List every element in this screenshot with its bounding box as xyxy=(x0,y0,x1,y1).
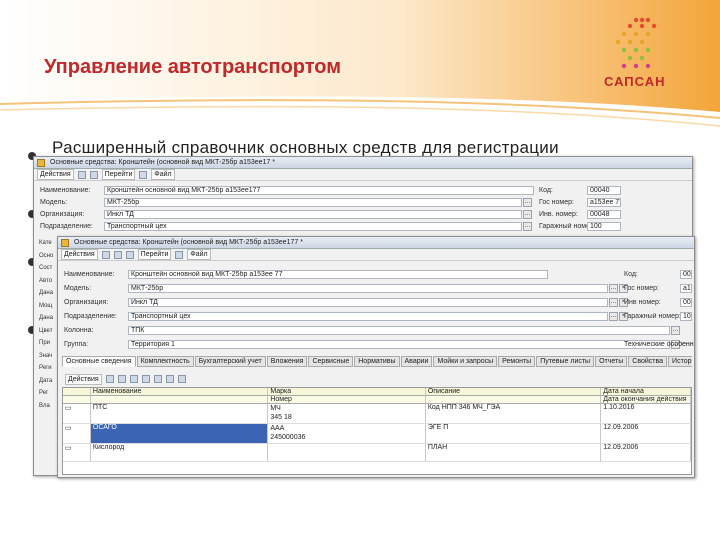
grid-header-mark[interactable]: Марка xyxy=(268,388,426,395)
table-row[interactable]: ▭ ПТС МЧ 345 18 Код НПП 346 МЧ_ГЭА 1.10.… xyxy=(63,404,691,424)
front-field-dept: Подразделение: Транспортный цех … × xyxy=(64,311,628,321)
save-icon[interactable] xyxy=(101,250,110,259)
grid-toolbar: Действия xyxy=(62,373,186,385)
tab-properties[interactable]: Свойства xyxy=(628,356,668,367)
select-button[interactable]: … xyxy=(671,325,680,335)
back-field-invnum: Инв. номер: 00048 xyxy=(539,209,621,219)
back-field-garage: Гаражный номер: 100 xyxy=(539,221,621,231)
front-window: Основные средства: Кронштейн (основной в… xyxy=(57,236,695,478)
tab-accounting[interactable]: Бухгалтерский учет xyxy=(194,356,266,367)
front-field-garage: Гаражный номер: 10 xyxy=(624,311,692,321)
tab-accidents[interactable]: Аварии xyxy=(400,356,433,367)
select-button[interactable]: … xyxy=(523,221,532,231)
tab-norms[interactable]: Нормативы xyxy=(354,356,400,367)
select-button[interactable]: … xyxy=(523,197,532,207)
row-marker-icon: ▭ xyxy=(63,424,91,443)
front-window-title: Основные средства: Кронштейн (основной в… xyxy=(74,239,303,246)
file-menu[interactable]: Файл xyxy=(187,249,211,260)
tab-main[interactable]: Основные сведения xyxy=(62,356,136,367)
front-field-model: Модель: МКТ-25бр … × xyxy=(64,283,628,293)
actions-menu[interactable]: Действия xyxy=(61,249,98,260)
documents-grid: Наименование Марка Описание Дата начала … xyxy=(62,387,692,475)
page-title: Управление автотранспортом xyxy=(44,56,342,78)
tab-service[interactable]: Сервисные xyxy=(308,356,354,367)
tab-wash[interactable]: Мойки и запросы xyxy=(433,356,498,367)
add-icon[interactable] xyxy=(105,375,114,383)
grid-subheader: Номер Дата окончания действия xyxy=(63,396,691,404)
front-field-column: Колонна: ТПК … xyxy=(64,325,680,335)
back-window-titlebar[interactable]: Основные средства: Кронштейн (основной в… xyxy=(34,157,692,169)
back-field-dept: Подразделение: Транспортный цех … xyxy=(40,221,532,231)
side-note: Технические особенности xyxy=(624,341,694,348)
tab-repairs[interactable]: Ремонты xyxy=(498,356,536,367)
grid-actions-menu[interactable]: Действия xyxy=(65,373,102,385)
copy-icon[interactable] xyxy=(117,375,126,383)
back-field-name: Наименование: Кронштейн основной вид МКТ… xyxy=(40,185,534,195)
row-marker-icon: ▭ xyxy=(63,404,91,423)
tab-attachments[interactable]: Вложения xyxy=(266,356,308,367)
window-icon xyxy=(37,159,45,167)
front-field-group: Группа: Территория 1 … xyxy=(64,339,680,349)
tab-reports[interactable]: Отчеты xyxy=(595,356,628,367)
help-icon[interactable] xyxy=(175,250,184,259)
help-icon[interactable] xyxy=(139,170,148,179)
move-up-icon[interactable] xyxy=(153,375,162,383)
file-menu[interactable]: Файл xyxy=(151,169,175,180)
back-field-org: Организация: Инкл ТД … xyxy=(40,209,532,219)
bullet-text: Расширенный справочник основных средств … xyxy=(52,138,559,157)
front-field-org: Организация: Инкл ТД … × xyxy=(64,297,628,307)
select-button[interactable]: … xyxy=(609,297,618,307)
tab-waybills[interactable]: Путевые листы xyxy=(536,356,595,367)
back-field-code: Код: 00040 xyxy=(539,185,621,195)
grid-subheader-number: Номер xyxy=(268,396,426,403)
back-window-toolbar: Действия Перейти Файл xyxy=(34,169,692,181)
save-icon[interactable] xyxy=(77,170,86,179)
grid-header-date[interactable]: Дата начала xyxy=(601,388,691,395)
logo-text: САПСАН xyxy=(604,74,666,89)
actions-menu[interactable]: Действия xyxy=(37,169,74,180)
grid-header: Наименование Марка Описание Дата начала xyxy=(63,388,691,396)
front-window-toolbar: Действия Перейти Файл xyxy=(58,249,694,261)
tab-completeness[interactable]: Комплектность xyxy=(136,356,194,367)
window-icon xyxy=(61,239,69,247)
front-window-titlebar[interactable]: Основные средства: Кронштейн (основной в… xyxy=(58,237,694,249)
table-row[interactable]: ▭ ОСАГО ААА 245000036 ЭГЕ П 12.09.2006 xyxy=(63,424,691,444)
grid-header-desc[interactable]: Описание xyxy=(426,388,602,395)
front-field-invnum: Инв номер: 00 xyxy=(624,297,692,307)
table-row[interactable]: ▭ Кислород ПЛАН 12.09.2006 xyxy=(63,444,691,462)
tab-bar: Основные сведения Комплектность Бухгалте… xyxy=(62,356,692,367)
grid-header-name[interactable]: Наименование xyxy=(91,388,269,395)
goto-menu[interactable]: Перейти xyxy=(137,249,172,260)
front-field-code: Код: 00 xyxy=(624,269,692,279)
grid-subheader-enddate: Дата окончания действия xyxy=(601,396,691,403)
back-window-title: Основные средства: Кронштейн (основной в… xyxy=(50,159,276,166)
goto-menu[interactable]: Перейти xyxy=(101,169,136,180)
row-marker-icon: ▭ xyxy=(63,444,91,461)
select-button[interactable]: … xyxy=(523,209,532,219)
delete-icon[interactable] xyxy=(141,375,150,383)
copy-icon[interactable] xyxy=(89,170,98,179)
front-field-gosnum: Гос номер: а1 xyxy=(624,283,692,293)
move-down-icon[interactable] xyxy=(165,375,174,383)
edit-icon[interactable] xyxy=(129,375,138,383)
slide: Управление автотранспортом САПСАН Расшир… xyxy=(0,0,720,540)
sort-icon[interactable] xyxy=(177,375,186,383)
select-button[interactable]: … xyxy=(609,311,618,321)
front-field-name: Наименование: Кронштейн основной вид МКТ… xyxy=(64,269,548,279)
refresh-icon[interactable] xyxy=(125,250,134,259)
copy-icon[interactable] xyxy=(113,250,122,259)
tab-history[interactable]: История xyxy=(668,356,692,367)
back-field-gosnum: Гос номер: а153ее 77 xyxy=(539,197,621,207)
select-button[interactable]: … xyxy=(609,283,618,293)
back-field-model: Модель: МКТ-25бр … xyxy=(40,197,532,207)
